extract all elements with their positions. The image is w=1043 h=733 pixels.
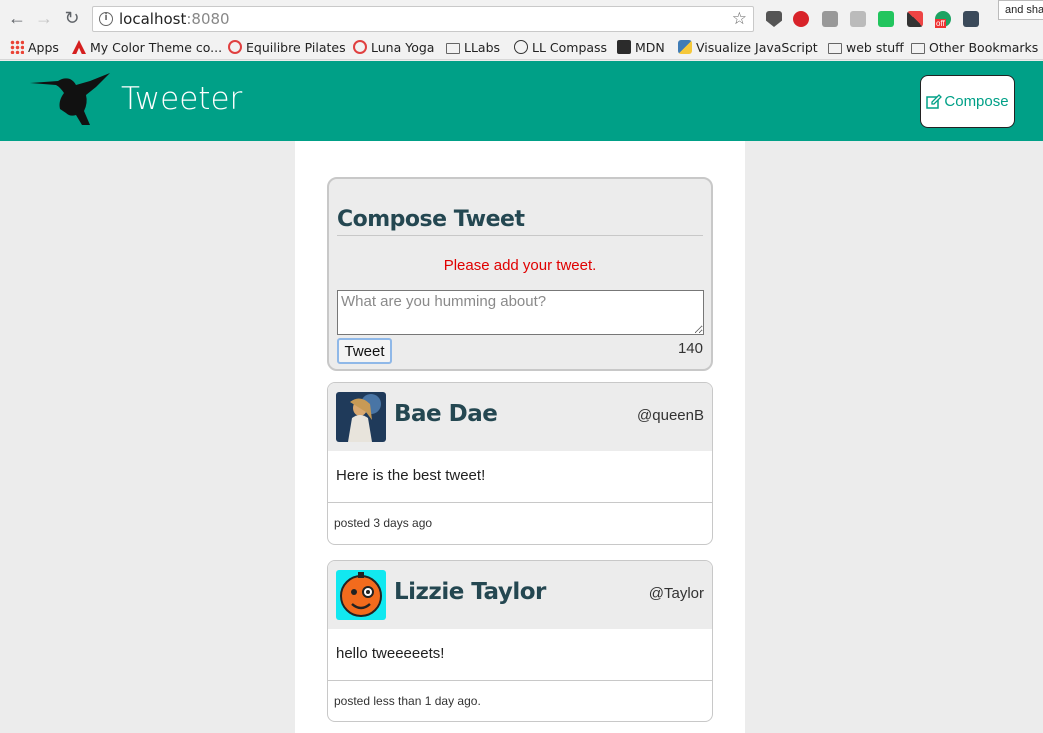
apps-icon [10,40,24,54]
avatar [336,570,386,620]
pinterest-icon[interactable] [793,11,809,27]
bookmark-apps[interactable]: Apps [10,39,59,57]
edit-icon [926,93,943,109]
browser-toolbar: ← → ↻ i localhost:8080 ☆ off and sha [0,0,1043,36]
forward-arrow-icon[interactable]: → [33,7,55,29]
back-arrow-icon[interactable]: ← [6,7,28,29]
tweet-timestamp: posted less than 1 day ago. [334,694,481,708]
bookmark-llabs[interactable]: LLabs [446,39,500,57]
folder-icon [828,43,842,54]
eyedropper-icon[interactable] [907,11,923,27]
pocket-icon[interactable] [766,11,782,27]
tweet-author-handle: @queenB [637,407,704,424]
camera-icon[interactable] [822,11,838,27]
extension-badge: off [935,19,946,28]
bookmark-ll-compass[interactable]: LL Compass [514,39,607,57]
error-message: Please add your tweet. [443,257,597,274]
off-extension-icon[interactable]: off [935,11,951,28]
tweet-textarea[interactable] [337,290,704,335]
bookmark-star-icon[interactable]: ☆ [732,9,747,29]
tweet-content: Here is the best tweet! [336,467,486,484]
app-navbar: Tweeter Compose [0,61,1043,141]
address-bar[interactable]: i localhost:8080 ☆ [92,6,754,32]
bookmark-web-stuff[interactable]: web stuff [828,39,904,57]
tweet-submit-button[interactable]: Tweet [337,338,392,364]
bookmark-equilibre-pilates[interactable]: Equilibre Pilates [228,39,346,57]
folder-icon [911,43,925,54]
tweet-card: Lizzie Taylor @Taylor hello tweeeeets! p… [327,560,713,722]
tweet-header: Bae Dae @queenB [328,383,712,451]
bookmarks-bar: Apps My Color Theme co... Equilibre Pila… [0,36,1043,60]
compose-button-label: Compose [944,93,1009,110]
compose-section: Compose Tweet Please add your tweet. Twe… [327,177,713,371]
adobe-icon [72,40,86,54]
compose-divider [337,235,703,236]
bookmark-luna-yoga[interactable]: Luna Yoga [353,39,434,57]
ring-icon [353,40,367,54]
bookmark-mdn[interactable]: MDN [617,39,665,57]
tweet-timestamp: posted 3 days ago [334,516,433,530]
tweet-author-handle: @Taylor [648,585,704,602]
info-icon[interactable]: i [99,12,113,26]
tweet-header: Lizzie Taylor @Taylor [328,561,712,629]
robot-face-avatar-icon [336,570,386,620]
tweet-author-name: Bae Dae [394,401,498,427]
tweet-divider [328,680,712,681]
tweet-card: Bae Dae @queenB Here is the best tweet! … [327,382,713,545]
performer-avatar-icon [336,392,386,442]
avatar [336,392,386,442]
compose-button[interactable]: Compose [920,75,1015,128]
url-text: localhost:8080 [119,10,230,28]
tooltip: and sha [998,0,1043,20]
extension-k-icon[interactable] [850,11,866,27]
bookmark-visualize-javascript[interactable]: Visualize JavaScript [678,39,818,57]
python-icon [678,40,692,54]
brand-title: Tweeter [121,81,243,117]
more-extension-icon[interactable] [963,11,979,27]
tweet-author-name: Lizzie Taylor [394,579,546,605]
grammarly-icon[interactable] [878,11,894,27]
character-counter: 140 [677,340,703,357]
hummingbird-logo-icon [30,73,110,125]
reload-icon[interactable]: ↻ [61,7,83,29]
folder-icon [446,43,460,54]
ring-icon [228,40,242,54]
compass-icon [514,40,528,54]
tweet-divider [328,502,712,503]
bookmark-other-bookmarks[interactable]: Other Bookmarks [911,39,1038,57]
compose-title: Compose Tweet [337,207,525,232]
bookmark-color-theme[interactable]: My Color Theme co... [72,39,222,57]
mdn-icon [617,40,631,54]
tweet-content: hello tweeeeets! [336,645,445,662]
